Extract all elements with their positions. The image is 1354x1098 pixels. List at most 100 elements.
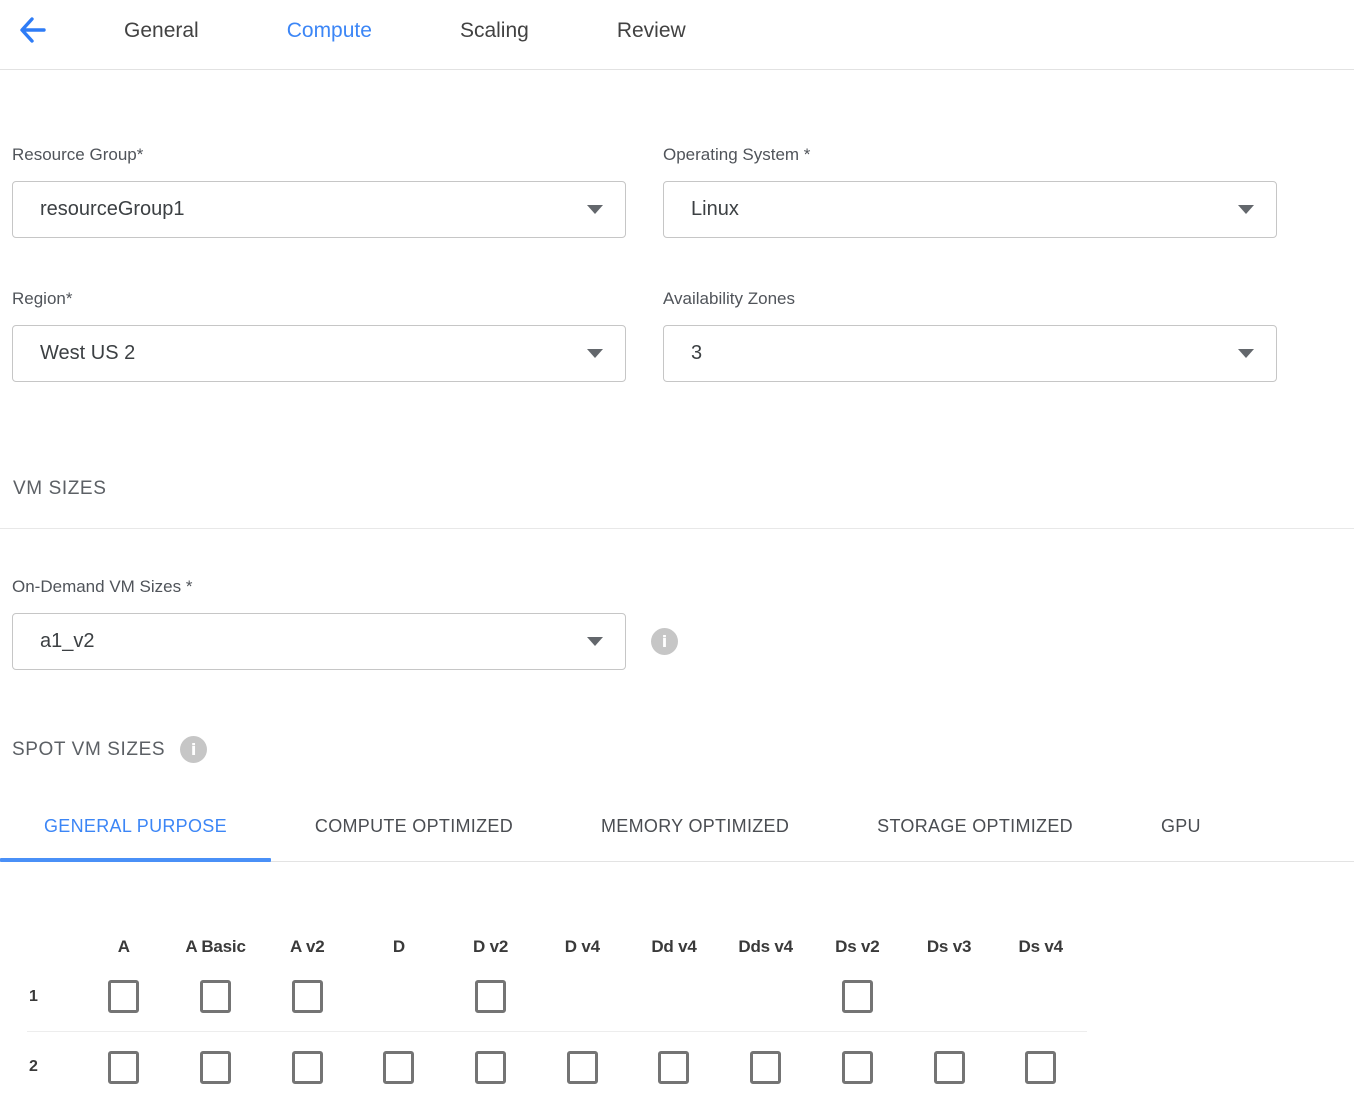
cell-dds-v4-row-2 xyxy=(720,1032,812,1098)
section-divider xyxy=(0,528,1354,529)
region-label: Region* xyxy=(12,288,626,310)
spot-size-checkbox-a-row-1[interactable] xyxy=(108,980,139,1013)
spot-size-checkbox-d-v2-row-2[interactable] xyxy=(475,1051,506,1084)
spot-size-matrix: AA BasicA v2DD v2D v4Dd v4Dds v4Ds v2Ds … xyxy=(27,932,1354,1098)
cell-a-row-1 xyxy=(78,962,170,1032)
column-header-a-v2: A v2 xyxy=(261,932,353,962)
cell-d-row-2 xyxy=(353,1032,445,1098)
spot-size-checkbox-a-row-2[interactable] xyxy=(108,1051,139,1084)
cell-ds-v2-row-1 xyxy=(812,962,904,1032)
wizard-tabs: General Compute Scaling Review xyxy=(124,13,686,46)
wizard-header: General Compute Scaling Review xyxy=(0,0,1354,70)
spot-vm-sizes-section: SPOT VM SIZES i GENERAL PURPOSECOMPUTE O… xyxy=(0,736,1354,1098)
spot-tab-compute-optimized[interactable]: COMPUTE OPTIMIZED xyxy=(271,797,557,861)
column-header-dd-v4: Dd v4 xyxy=(628,932,720,962)
cell-a-basic-row-1 xyxy=(170,962,262,1032)
spot-vm-sizes-header: SPOT VM SIZES i xyxy=(12,736,1354,763)
column-header-d-v2: D v2 xyxy=(445,932,537,962)
availability-zones-select[interactable]: 3 xyxy=(663,325,1277,382)
column-header-ds-v4: Ds v4 xyxy=(995,932,1087,962)
chevron-down-icon xyxy=(587,637,603,646)
spot-size-checkbox-a-basic-row-2[interactable] xyxy=(200,1051,231,1084)
cell-dd-v4-row-2 xyxy=(628,1032,720,1098)
cell-ds-v2-row-2 xyxy=(812,1032,904,1098)
field-operating-system: Operating System * Linux xyxy=(663,144,1277,238)
back-arrow-icon xyxy=(15,13,49,47)
wizard-tab-general[interactable]: General xyxy=(124,16,199,46)
empty-cell-d-v4-row-1 xyxy=(536,962,628,1032)
wizard-tab-compute[interactable]: Compute xyxy=(287,16,372,46)
cell-d-v2-row-2 xyxy=(445,1032,537,1098)
chevron-down-icon xyxy=(587,349,603,358)
row-number-1: 1 xyxy=(27,962,78,1032)
chevron-down-icon xyxy=(587,205,603,214)
vm-sizes-section-title: VM SIZES xyxy=(13,477,1354,501)
chevron-down-icon xyxy=(1238,349,1254,358)
on-demand-vm-sizes-label: On-Demand VM Sizes * xyxy=(12,576,626,598)
availability-zones-label: Availability Zones xyxy=(663,288,1277,310)
spot-tab-gpu[interactable]: GPU xyxy=(1117,797,1245,861)
cell-a-basic-row-2 xyxy=(170,1032,262,1098)
column-header-dds-v4: Dds v4 xyxy=(720,932,812,962)
column-header-d-v4: D v4 xyxy=(536,932,628,962)
back-button[interactable] xyxy=(14,13,50,47)
field-region: Region* West US 2 xyxy=(12,288,626,382)
spot-size-checkbox-ds-v2-row-1[interactable] xyxy=(842,980,873,1013)
spot-size-checkbox-ds-v2-row-2[interactable] xyxy=(842,1051,873,1084)
spot-size-checkbox-d-v2-row-1[interactable] xyxy=(475,980,506,1013)
wizard-tab-scaling[interactable]: Scaling xyxy=(460,16,529,46)
form-grid: Resource Group* resourceGroup1 Operating S… xyxy=(12,144,1354,382)
vm-sizes-section: VM SIZES On-Demand VM Sizes * a1_v2 i xyxy=(0,477,1354,670)
operating-system-value: Linux xyxy=(691,198,739,221)
chevron-down-icon xyxy=(1238,205,1254,214)
empty-cell-ds-v4-row-1 xyxy=(995,962,1087,1032)
spot-tab-storage-optimized[interactable]: STORAGE OPTIMIZED xyxy=(833,797,1117,861)
cell-ds-v4-row-2 xyxy=(995,1032,1087,1098)
cell-a-v2-row-1 xyxy=(261,962,353,1032)
field-resource-group: Resource Group* resourceGroup1 xyxy=(12,144,626,238)
on-demand-info-icon[interactable]: i xyxy=(651,628,678,655)
spot-size-checkbox-a-basic-row-1[interactable] xyxy=(200,980,231,1013)
region-select[interactable]: West US 2 xyxy=(12,325,626,382)
on-demand-vm-sizes-select[interactable]: a1_v2 xyxy=(12,613,626,670)
operating-system-label: Operating System * xyxy=(663,144,1277,166)
spot-size-checkbox-dds-v4-row-2[interactable] xyxy=(750,1051,781,1084)
spot-size-checkbox-ds-v3-row-2[interactable] xyxy=(934,1051,965,1084)
spot-size-checkbox-a-v2-row-2[interactable] xyxy=(292,1051,323,1084)
empty-cell-dd-v4-row-1 xyxy=(628,962,720,1032)
spot-vm-sizes-title: SPOT VM SIZES xyxy=(12,738,165,762)
empty-cell-dds-v4-row-1 xyxy=(720,962,812,1032)
row-number-2: 2 xyxy=(27,1032,78,1098)
spot-size-checkbox-a-v2-row-1[interactable] xyxy=(292,980,323,1013)
resource-group-value: resourceGroup1 xyxy=(40,198,185,221)
column-header-a-basic: A Basic xyxy=(170,932,262,962)
empty-cell-d-row-1 xyxy=(353,962,445,1032)
spot-size-checkbox-ds-v4-row-2[interactable] xyxy=(1025,1051,1056,1084)
spot-tab-memory-optimized[interactable]: MEMORY OPTIMIZED xyxy=(557,797,833,861)
resource-group-select[interactable]: resourceGroup1 xyxy=(12,181,626,238)
field-on-demand-vm-sizes: On-Demand VM Sizes * a1_v2 xyxy=(12,576,626,670)
column-header-d: D xyxy=(353,932,445,962)
resource-group-label: Resource Group* xyxy=(12,144,626,166)
cell-a-v2-row-2 xyxy=(261,1032,353,1098)
spot-tab-general-purpose[interactable]: GENERAL PURPOSE xyxy=(0,797,271,861)
on-demand-row: On-Demand VM Sizes * a1_v2 i xyxy=(12,576,1354,670)
spot-info-icon[interactable]: i xyxy=(180,736,207,763)
availability-zones-value: 3 xyxy=(691,342,702,365)
vm-config-page: General Compute Scaling Review Resource Gro… xyxy=(0,0,1354,1098)
cell-d-v4-row-2 xyxy=(536,1032,628,1098)
spot-size-checkbox-d-v4-row-2[interactable] xyxy=(567,1051,598,1084)
operating-system-select[interactable]: Linux xyxy=(663,181,1277,238)
cell-d-v2-row-1 xyxy=(445,962,537,1032)
column-header-ds-v3: Ds v3 xyxy=(903,932,995,962)
spot-category-tabs: GENERAL PURPOSECOMPUTE OPTIMIZEDMEMORY O… xyxy=(0,797,1354,862)
field-availability-zones: Availability Zones 3 xyxy=(663,288,1277,382)
cell-ds-v3-row-2 xyxy=(903,1032,995,1098)
column-header-ds-v2: Ds v2 xyxy=(812,932,904,962)
empty-cell-ds-v3-row-1 xyxy=(903,962,995,1032)
wizard-tab-review[interactable]: Review xyxy=(617,16,686,46)
spot-size-checkbox-dd-v4-row-2[interactable] xyxy=(658,1051,689,1084)
region-value: West US 2 xyxy=(40,342,135,365)
on-demand-vm-sizes-value: a1_v2 xyxy=(40,630,95,653)
spot-size-checkbox-d-row-2[interactable] xyxy=(383,1051,414,1084)
